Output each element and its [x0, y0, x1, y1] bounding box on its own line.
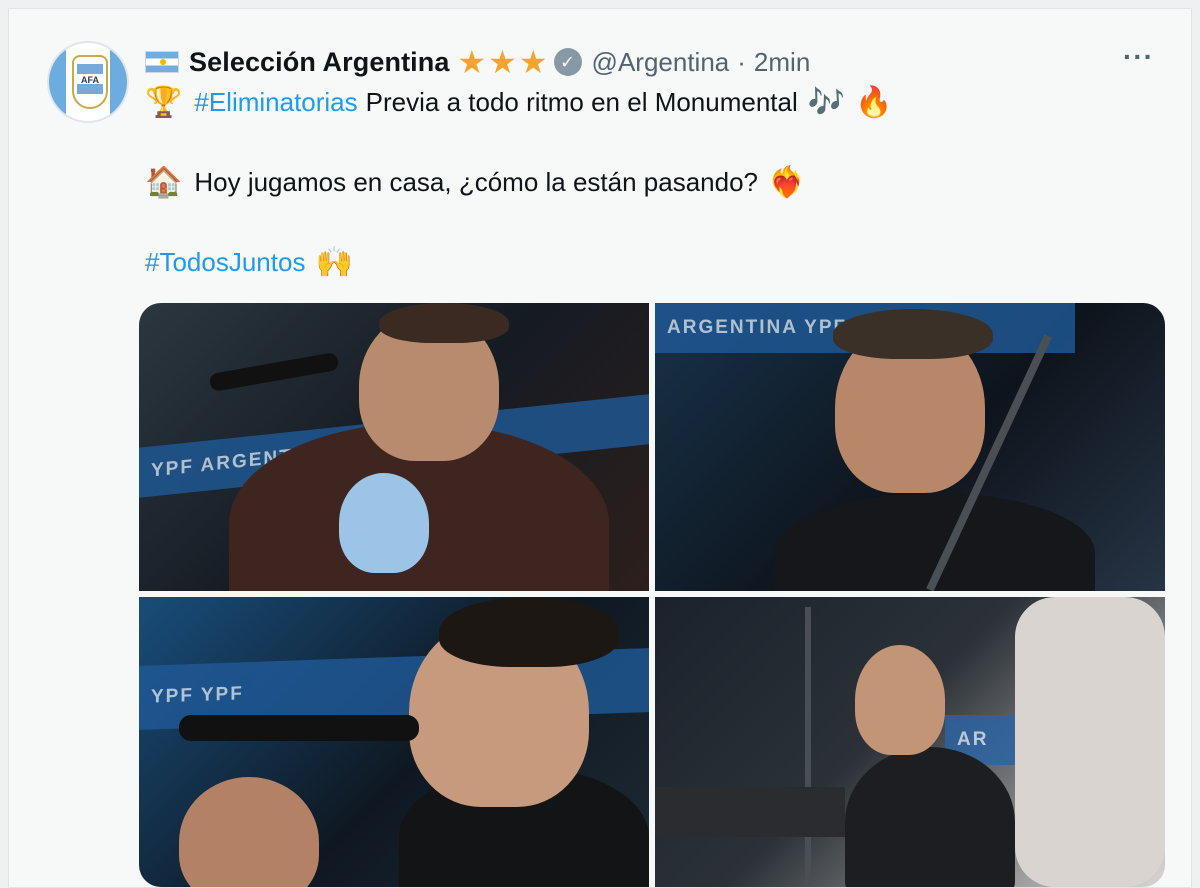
performer-hair — [833, 309, 993, 359]
afa-crest-icon: AFA — [72, 55, 108, 109]
music-notes-icon: 🎶 — [807, 85, 846, 119]
tweet-text-line-3: #TodosJuntos 🙌 — [145, 247, 353, 278]
tweet-card[interactable]: AFA Selección Argentina ★ ★ ★ ✓ @Argenti… — [8, 8, 1192, 888]
fire-icon: 🔥 — [855, 85, 893, 119]
star-icon: ★ — [488, 44, 517, 80]
player-head — [855, 645, 945, 755]
raising-hands-icon: 🙌 — [315, 245, 353, 279]
stars-icon-group: ★ ★ ★ — [457, 46, 547, 78]
heart-on-fire-icon: ❤️‍🔥 — [768, 165, 806, 199]
photo-singer-with-microphone[interactable]: YPF ARGENTINA — [139, 303, 649, 591]
microphone — [179, 715, 419, 741]
keyboard — [655, 787, 845, 837]
media-gallery: YPF ARGENTINA ARGENTINA YPF YPF YPF AR — [139, 303, 1165, 887]
microphone — [208, 351, 340, 393]
player-jacket — [845, 747, 1015, 887]
hashtag-eliminatorias[interactable]: #Eliminatorias — [194, 87, 357, 118]
star-icon: ★ — [457, 44, 487, 80]
singer-hair — [379, 303, 509, 343]
tweet-timestamp[interactable]: 2min — [754, 47, 810, 78]
tweet-text-line-2: 🏠 Hoy jugamos en casa, ¿cómo la están pa… — [145, 167, 805, 198]
verified-badge-icon[interactable]: ✓ — [553, 48, 582, 76]
star-icon: ★ — [518, 44, 548, 80]
profile-avatar[interactable]: AFA — [47, 41, 129, 123]
mic-stand — [805, 607, 811, 887]
more-options-icon[interactable]: ··· — [1123, 43, 1154, 71]
blurred-foreground-object — [1015, 597, 1165, 887]
photo-smiling-performer[interactable]: ARGENTINA YPF — [655, 303, 1165, 591]
tweet-header: Selección Argentina ★ ★ ★ ✓ @Argentina ·… — [145, 45, 810, 79]
house-icon: 🏠 — [145, 165, 183, 199]
hashtag-todosjuntos[interactable]: #TodosJuntos — [145, 247, 305, 278]
tweet-text: Hoy jugamos en casa, ¿cómo la están pasa… — [194, 167, 759, 197]
display-name[interactable]: Selección Argentina — [189, 47, 449, 78]
trophy-icon: 🏆 — [145, 85, 183, 119]
fan-head — [179, 777, 319, 887]
photo-keyboard-player[interactable]: AR — [655, 597, 1165, 887]
tweet-text: Previa a todo ritmo en el Monumental — [365, 87, 798, 117]
user-handle[interactable]: @Argentina — [592, 47, 730, 78]
singer-hair — [439, 597, 619, 667]
photo-singer-profile[interactable]: YPF YPF — [139, 597, 649, 887]
tweet-text-line-1: 🏆 #Eliminatorias Previa a todo ritmo en … — [145, 87, 893, 118]
argentina-flag-icon — [145, 51, 179, 73]
meta-separator: · — [737, 46, 746, 77]
flag-cloth — [339, 473, 429, 573]
avatar-crest-text: AFA — [81, 75, 99, 85]
